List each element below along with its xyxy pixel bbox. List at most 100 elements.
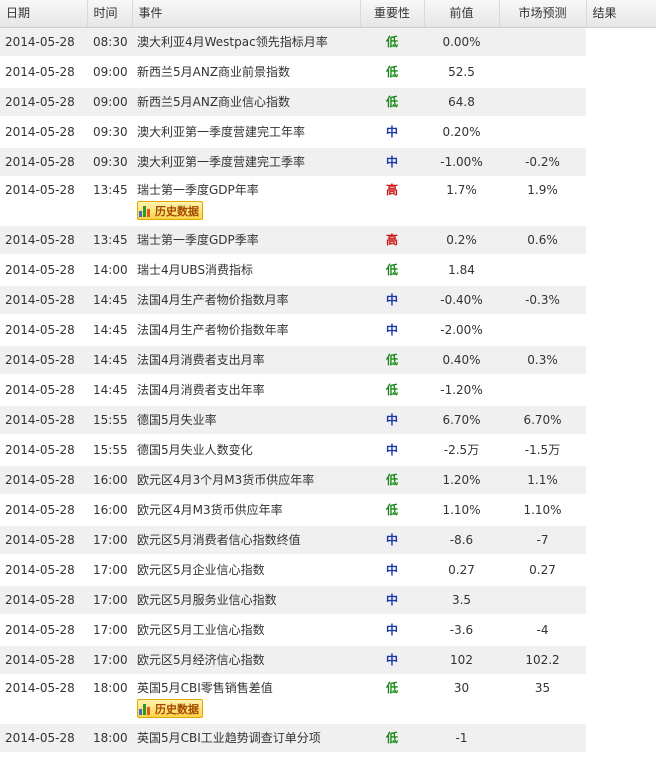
forecast-value: -0.2% — [525, 155, 560, 169]
column-header-result: 结果 — [586, 0, 656, 28]
previous-value: 52.5 — [448, 65, 475, 79]
event-date: 2014-05-28 — [5, 125, 75, 139]
result-value — [586, 28, 656, 56]
previous-value: -3.6 — [449, 623, 474, 637]
result-value — [586, 724, 656, 752]
column-header-event: 事件 — [132, 0, 361, 28]
event-date: 2014-05-28 — [5, 731, 75, 745]
importance-badge: 低 — [385, 263, 398, 277]
previous-value: -1 — [455, 731, 468, 745]
table-row: 2014-05-28 17:00 欧元区5月服务业信心指数 中 3.5 — [0, 585, 656, 616]
forecast-value — [499, 58, 586, 86]
event-name: 澳大利亚4月Westpac领先指标月率 — [137, 35, 328, 49]
previous-value: 1.20% — [442, 473, 481, 487]
table-row: 2014-05-28 09:30 澳大利亚第一季度营建完工年率 中 0.20% — [0, 117, 656, 148]
event-name: 法国4月消费者支出月率 — [137, 353, 265, 367]
previous-value: -0.40% — [440, 293, 483, 307]
result-value — [586, 178, 656, 201]
table-row: 2014-05-28 09:00 新西兰5月ANZ商业前景指数 低 52.5 — [0, 57, 656, 88]
table-row: 2014-05-28 08:30 澳大利亚4月Westpac领先指标月率 低 0.00% — [0, 27, 656, 58]
forecast-value: 0.27 — [529, 563, 556, 577]
event-name: 瑞士第一季度GDP年率 — [137, 183, 259, 197]
event-time: 18:00 — [93, 681, 128, 695]
event-name: 欧元区5月消费者信心指数终值 — [137, 533, 301, 547]
event-time: 16:00 — [93, 473, 128, 487]
forecast-value — [499, 118, 586, 146]
result-value — [586, 406, 656, 434]
previous-value: 1.84 — [448, 263, 475, 277]
result-value — [586, 58, 656, 86]
event-date: 2014-05-28 — [5, 155, 75, 169]
event-name: 欧元区5月企业信心指数 — [137, 563, 265, 577]
table-row: 2014-05-28 09:30 澳大利亚第一季度营建完工季率 中 -1.00% -0.2… — [0, 147, 656, 178]
forecast-value: 102.2 — [525, 653, 560, 667]
event-name: 瑞士第一季度GDP季率 — [137, 233, 259, 247]
event-time: 13:45 — [93, 233, 128, 247]
forecast-value: 1.9% — [527, 183, 558, 197]
event-name: 瑞士4月UBS消费指标 — [137, 263, 254, 277]
forecast-value: 6.70% — [523, 413, 562, 427]
event-name: 欧元区4月3个月M3货币供应年率 — [137, 473, 315, 487]
previous-value: 0.40% — [442, 353, 481, 367]
event-name: 德国5月失业率 — [137, 413, 217, 427]
forecast-value: 1.10% — [523, 503, 562, 517]
event-name: 新西兰5月ANZ商业信心指数 — [137, 95, 291, 109]
previous-value: -1.20% — [440, 383, 483, 397]
forecast-value: 1.1% — [527, 473, 558, 487]
result-value — [586, 646, 656, 674]
column-header-forecast: 市场预测 — [499, 0, 587, 28]
importance-badge: 中 — [385, 443, 398, 457]
result-value — [586, 466, 656, 494]
history-data-button[interactable]: 历史数据 — [137, 699, 203, 718]
event-time: 14:45 — [93, 293, 128, 307]
event-time: 17:00 — [93, 533, 128, 547]
event-date: 2014-05-28 — [5, 65, 75, 79]
table-header-row: 日期 时间 事件 重要性 前值 市场预测 结果 — [0, 0, 656, 28]
event-name: 英国5月CBI工业趋势调查订单分项 — [137, 731, 321, 745]
previous-value: 0.20% — [442, 125, 481, 139]
table-row: 2014-05-28 16:00 欧元区4月M3货币供应年率 低 1.10% 1.10% — [0, 495, 656, 526]
event-name: 澳大利亚第一季度营建完工季率 — [137, 155, 306, 169]
event-time: 14:45 — [93, 353, 128, 367]
previous-value: 1.7% — [446, 183, 477, 197]
event-date: 2014-05-28 — [5, 533, 75, 547]
table-row: 2014-05-28 17:00 欧元区5月经济信心指数 中 102 102.2 — [0, 645, 656, 676]
event-time: 17:00 — [93, 563, 128, 577]
previous-value: 6.70% — [442, 413, 481, 427]
result-value — [586, 376, 656, 404]
importance-badge: 中 — [385, 293, 398, 307]
event-name: 英国5月CBI零售销售差值 — [137, 681, 273, 695]
importance-badge: 低 — [385, 65, 398, 79]
forecast-value: 0.6% — [527, 233, 558, 247]
event-date: 2014-05-28 — [5, 503, 75, 517]
importance-badge: 低 — [385, 473, 398, 487]
table-row: 2014-05-28 15:55 德国5月失业人数变化 中 -2.5万 -1.5万 — [0, 435, 656, 466]
event-name: 澳大利亚第一季度营建完工年率 — [137, 125, 306, 139]
previous-value: 0.00% — [442, 35, 481, 49]
event-date: 2014-05-28 — [5, 353, 75, 367]
table-row: 2014-05-28 13:45 瑞士第一季度GDP年率 历史数据 高 1.7% 1.9% — [0, 177, 656, 226]
event-time: 09:30 — [93, 125, 128, 139]
history-data-button[interactable]: 历史数据 — [137, 201, 203, 220]
event-date: 2014-05-28 — [5, 383, 75, 397]
result-value — [586, 676, 656, 699]
economic-calendar-table: 日期 时间 事件 重要性 前值 市场预测 结果 2014-05-28 08:30 澳… — [0, 0, 656, 754]
event-date: 2014-05-28 — [5, 95, 75, 109]
event-name: 法国4月消费者支出年率 — [137, 383, 265, 397]
event-date: 2014-05-28 — [5, 233, 75, 247]
event-name: 欧元区5月经济信心指数 — [137, 653, 265, 667]
table-row: 2014-05-28 14:45 法国4月生产者物价指数年率 中 -2.00% — [0, 315, 656, 346]
importance-badge: 中 — [385, 533, 398, 547]
table-row: 2014-05-28 18:00 英国5月CBI零售销售差值 历史数据 低 30 35 — [0, 675, 656, 724]
table-row: 2014-05-28 14:45 法国4月生产者物价指数月率 中 -0.40% -0.3% — [0, 285, 656, 316]
event-time: 08:30 — [93, 35, 128, 49]
event-date: 2014-05-28 — [5, 473, 75, 487]
column-header-previous: 前值 — [424, 0, 500, 28]
result-value — [586, 286, 656, 314]
event-date: 2014-05-28 — [5, 413, 75, 427]
event-time: 17:00 — [93, 653, 128, 667]
importance-badge: 低 — [385, 681, 398, 695]
importance-badge: 低 — [385, 95, 398, 109]
result-value — [586, 436, 656, 464]
result-value — [586, 556, 656, 584]
